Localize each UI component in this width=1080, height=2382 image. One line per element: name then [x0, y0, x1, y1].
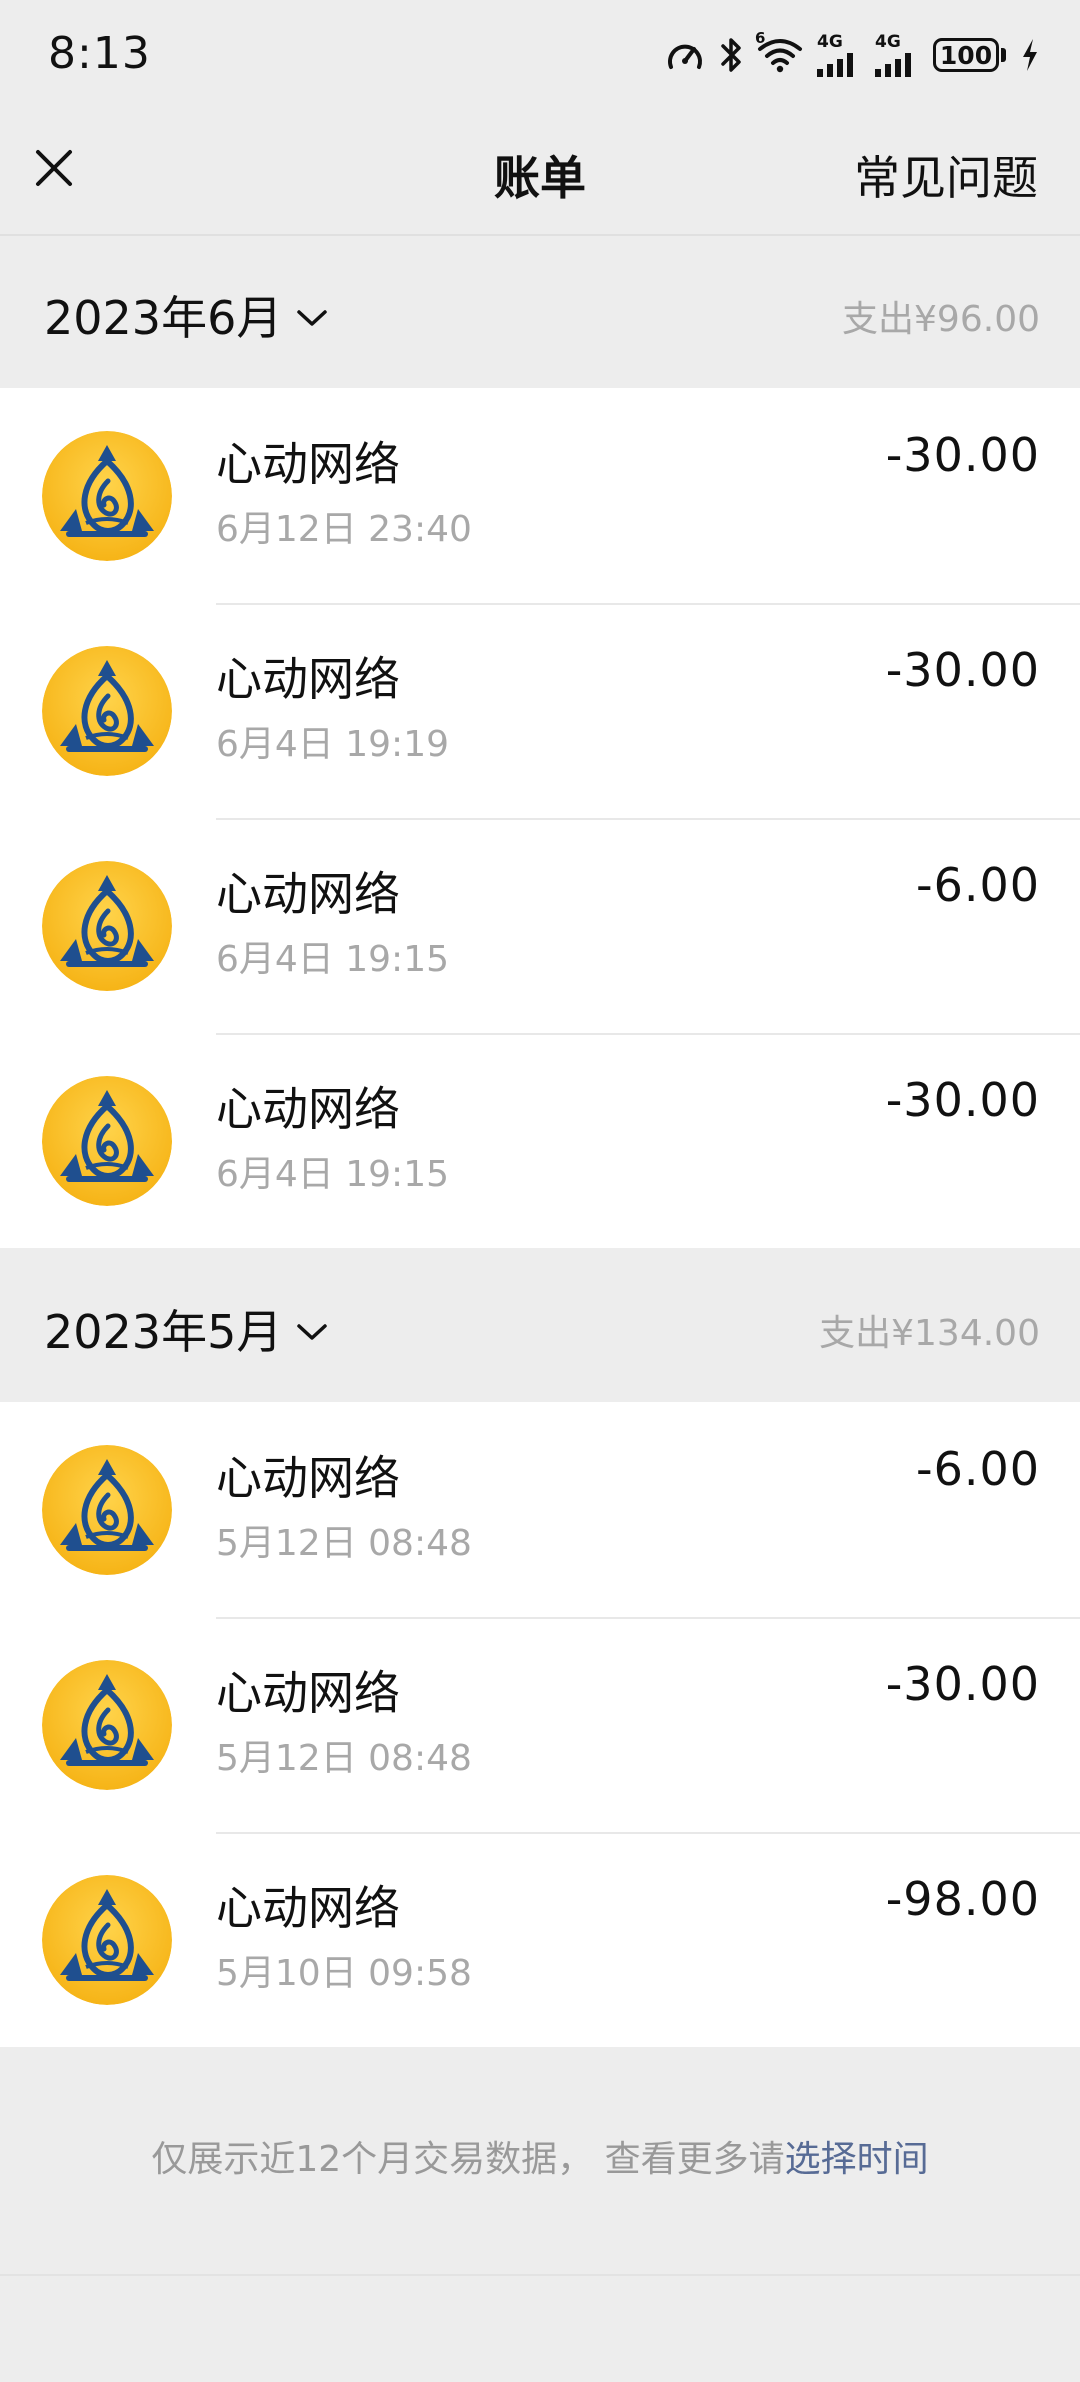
merchant-logo-icon — [42, 646, 172, 776]
transaction-row[interactable]: 心动网络 6月12日 23:40 -30.00 — [0, 388, 1080, 603]
footer-divider — [0, 2274, 1080, 2276]
transaction-amount: -30.00 — [885, 1657, 1040, 1711]
transaction-row[interactable]: 心动网络 6月4日 19:19 -30.00 — [0, 603, 1080, 818]
merchant-name: 心动网络 — [216, 1881, 400, 1935]
month-expense-total: 支出¥134.00 — [819, 1313, 1040, 1354]
month-label: 2023年6月 — [44, 291, 283, 345]
transaction-amount: -98.00 — [885, 1872, 1040, 1926]
transaction-row[interactable]: 心动网络 5月10日 09:58 -98.00 — [0, 1832, 1080, 2047]
transaction-row[interactable]: 心动网络 5月12日 08:48 -30.00 — [0, 1617, 1080, 1832]
month-expense-total: 支出¥96.00 — [842, 299, 1040, 340]
transaction-list-june: 心动网络 6月12日 23:40 -30.00 心动网络 6月4日 19:19 … — [0, 388, 1080, 1248]
transaction-amount: -30.00 — [885, 643, 1040, 697]
select-time-link[interactable]: 选择时间 — [785, 2139, 929, 2180]
transaction-time: 6月12日 23:40 — [216, 509, 472, 550]
bluetooth-icon — [719, 36, 743, 74]
merchant-name: 心动网络 — [216, 867, 400, 921]
chevron-down-icon — [297, 310, 328, 326]
merchant-logo-icon — [42, 1660, 172, 1790]
charging-icon — [1020, 37, 1040, 73]
footer-note: 仅展示近12个月交易数据， 查看更多请选择时间 — [0, 2130, 1080, 2182]
merchant-logo-icon — [42, 431, 172, 561]
network-type-1: 4G — [817, 31, 843, 52]
transaction-amount: -6.00 — [915, 858, 1040, 912]
transaction-row[interactable]: 心动网络 5月12日 08:48 -6.00 — [0, 1402, 1080, 1617]
bill-page: 8:13 6 4G 4G 100 账单 常见问题 2023年6月 支出¥96.0… — [0, 0, 1080, 2382]
wifi-badge: 6 — [755, 29, 766, 47]
transaction-row[interactable]: 心动网络 6月4日 19:15 -6.00 — [0, 818, 1080, 1033]
transaction-row[interactable]: 心动网络 6月4日 19:15 -30.00 — [0, 1033, 1080, 1248]
transaction-amount: -30.00 — [885, 428, 1040, 482]
battery-icon: 100 — [933, 38, 1006, 72]
transaction-time: 6月4日 19:15 — [216, 939, 449, 980]
chevron-down-icon — [297, 1324, 328, 1340]
month-header-june: 2023年6月 支出¥96.00 — [0, 236, 1080, 388]
speed-icon — [665, 37, 705, 73]
faq-button[interactable]: 常见问题 — [854, 142, 1038, 208]
month-header-may: 2023年5月 支出¥134.00 — [0, 1250, 1080, 1402]
merchant-name: 心动网络 — [216, 1451, 400, 1505]
merchant-name: 心动网络 — [216, 437, 400, 491]
merchant-logo-icon — [42, 1875, 172, 2005]
merchant-logo-icon — [42, 861, 172, 991]
network-type-2: 4G — [875, 31, 901, 52]
status-icons: 6 4G 4G 100 — [665, 30, 1040, 80]
transaction-time: 5月10日 09:58 — [216, 1953, 472, 1994]
transaction-time: 6月4日 19:19 — [216, 724, 449, 765]
battery-level: 100 — [933, 38, 999, 72]
cellular-signal-1: 4G — [817, 31, 861, 77]
close-icon — [36, 150, 72, 186]
transaction-time: 5月12日 08:48 — [216, 1523, 472, 1564]
transaction-time: 5月12日 08:48 — [216, 1738, 472, 1779]
month-label: 2023年5月 — [44, 1305, 283, 1359]
transaction-list-may: 心动网络 5月12日 08:48 -6.00 心动网络 5月12日 08:48 … — [0, 1402, 1080, 2047]
merchant-name: 心动网络 — [216, 652, 400, 706]
status-bar: 8:13 6 4G 4G 100 — [0, 0, 1080, 112]
transaction-amount: -6.00 — [915, 1442, 1040, 1496]
merchant-name: 心动网络 — [216, 1082, 400, 1136]
close-button[interactable] — [28, 142, 80, 194]
month-selector[interactable]: 2023年6月 — [44, 282, 328, 348]
merchant-logo-icon — [42, 1076, 172, 1206]
merchant-logo-icon — [42, 1445, 172, 1575]
merchant-name: 心动网络 — [216, 1666, 400, 1720]
transaction-time: 6月4日 19:15 — [216, 1154, 449, 1195]
wifi-icon: 6 — [755, 31, 803, 73]
cellular-signal-2: 4G — [875, 31, 919, 77]
footer-note-text: 仅展示近12个月交易数据， 查看更多请 — [151, 2139, 785, 2180]
transaction-amount: -30.00 — [885, 1073, 1040, 1127]
nav-bar: 账单 常见问题 — [0, 112, 1080, 236]
month-selector[interactable]: 2023年5月 — [44, 1296, 328, 1362]
battery-tip — [1001, 48, 1006, 62]
status-time: 8:13 — [48, 28, 151, 79]
